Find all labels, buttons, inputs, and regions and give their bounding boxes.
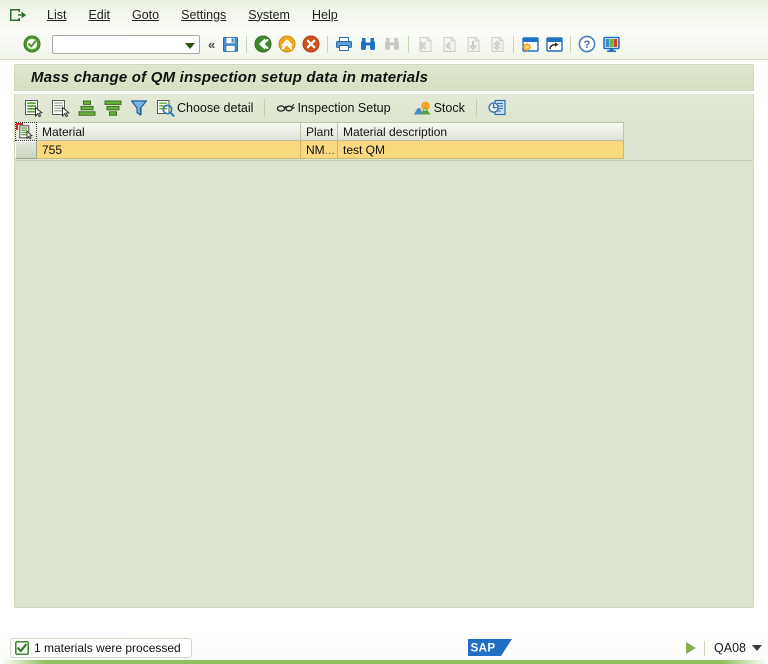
app-toolbar-separator [475,99,477,117]
stock-mountain-icon [413,100,432,116]
monitor-layout-icon[interactable] [600,33,622,55]
stock-button[interactable]: Stock [409,96,469,120]
grid-select-all-cell[interactable] [15,122,37,141]
table-row[interactable]: 755 NM... test QM [15,141,753,159]
row-selector[interactable] [15,141,37,159]
menu-bar: List Edit Goto Settings System Help [0,0,768,29]
sort-ascending-icon [78,99,96,117]
menu-item-goto[interactable]: Goto [121,6,170,24]
grid-header-material[interactable]: Material [37,122,301,141]
last-page-icon [486,33,508,55]
application-toolbar: Choose detail Inspection Setup Stock [14,94,754,122]
menu-item-edit-label: Edit [88,7,110,22]
shortcut-icon[interactable] [543,33,565,55]
stock-label: Stock [433,101,465,115]
system-id: QA08 [714,641,746,655]
select-all-button[interactable] [20,96,47,120]
clock-document-icon [488,99,507,117]
red-cancel-icon[interactable] [300,33,322,55]
menu-item-help[interactable]: Help [301,6,349,24]
status-separator [704,640,706,656]
new-session-icon[interactable] [519,33,541,55]
toolbar-separator [327,35,329,53]
green-back-arrow-icon[interactable] [252,33,274,55]
grid-header-row: Material Plant Material description [15,122,753,141]
svg-text:SAP: SAP [471,643,496,655]
alv-grid: Material Plant Material description 755 … [15,122,753,159]
system-toolbar: « ? [0,29,768,60]
toolbar-separator [570,35,572,53]
deselect-all-icon [51,99,70,118]
menu-item-settings-label: Settings [181,7,227,22]
question-help-icon[interactable]: ? [576,33,598,55]
next-page-icon [462,33,484,55]
menu-item-list-label: List [47,7,67,22]
menu-item-goto-label: Goto [132,7,160,22]
menu-item-system-label: System [248,7,290,22]
grid-header-description[interactable]: Material description [338,122,624,141]
toolbar-separator [246,35,248,53]
cell-material[interactable]: 755 [37,141,301,159]
deselect-all-button[interactable] [47,96,74,120]
first-page-icon [414,33,436,55]
toolbar-separator [513,35,515,53]
yellow-up-arrow-icon[interactable] [276,33,298,55]
status-message[interactable]: 1 materials were processed [10,638,192,658]
grid-select-all-icon [19,124,34,140]
menu-item-settings[interactable]: Settings [170,6,237,24]
alv-grid-container: Material Plant Material description 755 … [14,122,754,608]
session-icon[interactable] [8,6,28,23]
inspection-setup-button[interactable]: Inspection Setup [272,96,394,120]
choose-detail-label: Choose detail [177,101,254,115]
green-check-icon[interactable] [21,33,43,55]
inspection-setup-label: Inspection Setup [297,101,391,115]
triangle-right-icon[interactable] [686,642,697,654]
binoculars-icon[interactable] [357,33,379,55]
grid-header-plant[interactable]: Plant [301,122,338,141]
truncation-ellipsis: ... [324,145,336,157]
double-chevron-left-icon[interactable]: « [208,37,215,52]
choose-detail-icon [156,99,175,117]
history-button[interactable] [484,96,511,120]
sort-descending-icon [104,99,122,117]
command-input[interactable] [53,36,183,52]
app-toolbar-separator [264,99,266,117]
previous-page-icon [438,33,460,55]
sort-ascending-button[interactable] [74,96,100,120]
inspection-setup-icon [276,100,296,116]
menu-item-system[interactable]: System [237,6,301,24]
menu-item-edit[interactable]: Edit [77,6,121,24]
grid-bottom-rule [15,160,753,161]
title-band: Mass change of QM inspection setup data … [0,60,768,94]
menu-item-list[interactable]: List [36,6,77,24]
sap-logo: SAP [468,639,512,656]
filter-icon [130,99,148,117]
menu-item-help-label: Help [311,7,338,22]
page-title: Mass change of QM inspection setup data … [31,68,429,86]
cell-plant-value: NM [306,142,325,157]
select-all-icon [24,99,43,118]
chevron-down-icon[interactable] [185,42,195,49]
toolbar-separator [408,35,410,53]
sort-descending-button[interactable] [100,96,126,120]
command-field[interactable] [52,34,200,54]
cell-description[interactable]: test QM [338,141,624,159]
cell-plant[interactable]: NM... [301,141,338,159]
bottom-accent-strip [0,660,768,664]
binoculars-plus-icon [381,33,403,55]
choose-detail-button[interactable]: Choose detail [152,96,257,120]
sap-gui-window: List Edit Goto Settings System Help « ? … [0,0,768,664]
green-check-status-icon [15,641,29,655]
status-message-text: 1 materials were processed [34,641,181,655]
filter-button[interactable] [126,96,152,120]
save-button[interactable] [219,33,241,55]
svg-text:?: ? [584,39,591,51]
page-title-bar: Mass change of QM inspection setup data … [14,63,754,91]
printer-icon[interactable] [333,33,355,55]
chevron-down-icon[interactable] [752,645,762,651]
